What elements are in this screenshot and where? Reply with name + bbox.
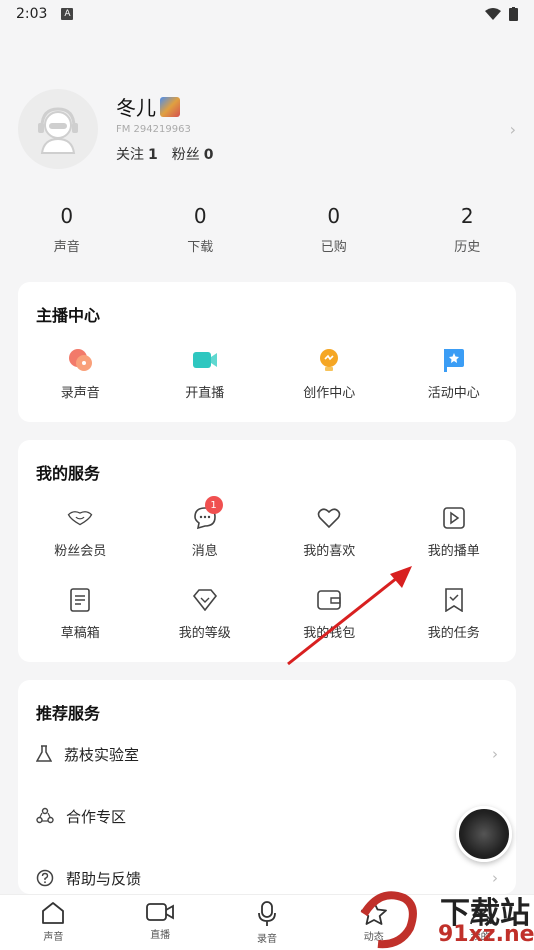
grid-label: 我的喜欢 — [303, 544, 356, 559]
drafts-button[interactable]: 草稿箱 — [18, 586, 143, 641]
fans-count: 0 — [203, 147, 214, 163]
rec-label: 帮助与反馈 — [66, 869, 142, 888]
tab-label: 直播 — [150, 930, 171, 941]
stat-label: 下载 — [187, 240, 214, 255]
stats-row: 0 声音 0 下载 0 已购 2 历史 — [0, 204, 534, 260]
tab-label: 录音 — [256, 934, 277, 945]
anchor-center-grid: 录声音 开直播 创作中心 活动中心 — [18, 346, 516, 401]
grid-label: 我的播单 — [427, 544, 480, 559]
stat-num: 0 — [327, 204, 341, 228]
chevron-right-icon: › — [492, 745, 498, 763]
grid-label: 消息 — [191, 544, 218, 559]
my-services-row1: 粉丝会员 1 消息 我的喜欢 我的播单 — [18, 496, 517, 559]
home-icon — [42, 902, 65, 924]
activity-center-button[interactable]: 活动中心 — [392, 346, 517, 401]
help-icon — [36, 869, 54, 887]
tab-label: 声音 — [43, 932, 64, 943]
start-live-button[interactable]: 开直播 — [143, 346, 268, 401]
floating-player-disc[interactable] — [456, 806, 512, 862]
default-avatar-icon — [38, 107, 78, 154]
recommend-title: 推荐服务 — [36, 704, 101, 723]
creation-center-button[interactable]: 创作中心 — [267, 346, 392, 401]
profile-header[interactable]: 冬儿 FM 294219963 关注 1 粉丝 0 › — [0, 86, 534, 176]
stat-label: 声音 — [53, 240, 80, 255]
chevron-right-icon[interactable]: › — [510, 120, 516, 139]
grid-label: 我的任务 — [427, 626, 480, 641]
stat-num: 0 — [193, 204, 207, 228]
watermark-url: 91xz.net — [438, 922, 534, 947]
grid-label: 录声音 — [60, 386, 100, 401]
messages-button[interactable]: 1 消息 — [143, 496, 268, 559]
live-camera-icon — [192, 352, 217, 368]
nickname-text: 冬儿 — [116, 96, 156, 120]
stat-num: 0 — [60, 204, 74, 228]
stat-purchased[interactable]: 0 已购 — [267, 204, 401, 260]
message-badge: 1 — [204, 496, 223, 514]
fm-id: FM 294219963 — [116, 124, 191, 135]
creation-bulb-icon — [320, 349, 339, 371]
task-bookmark-icon — [444, 588, 463, 612]
status-bar: 2:03 A — [0, 0, 534, 28]
stat-sounds[interactable]: 0 声音 — [0, 204, 134, 260]
activity-flag-icon — [443, 349, 464, 372]
level-diamond-icon — [192, 589, 217, 611]
grid-label: 我的等级 — [178, 626, 231, 641]
cooperation-item[interactable]: 合作专区 › — [36, 804, 498, 828]
stat-downloads[interactable]: 0 下载 — [134, 204, 268, 260]
draft-icon — [70, 588, 91, 612]
stat-history[interactable]: 2 历史 — [401, 204, 534, 260]
tab-live[interactable]: 直播 — [107, 895, 214, 950]
anchor-center-card: 主播中心 录声音 开直播 创作中心 活动中心 — [18, 282, 516, 422]
nickname-emoji-icon — [160, 96, 180, 117]
flask-icon — [36, 745, 52, 762]
mic-icon — [258, 901, 276, 926]
cooperation-icon — [36, 807, 54, 824]
lichee-lab-item[interactable]: 荔枝实验室 › — [36, 742, 498, 766]
battery-icon — [509, 7, 518, 21]
my-services-card: 我的服务 粉丝会员 1 消息 我的喜欢 我的播单 草稿箱 我的等级 我的钱包 我… — [18, 440, 516, 662]
my-playlist-button[interactable]: 我的播单 — [392, 504, 517, 559]
follow-item[interactable]: 关注 1 — [116, 144, 158, 164]
recommend-card: 推荐服务 荔枝实验室 › 合作专区 › 帮助与反馈 › — [18, 680, 516, 894]
rec-label: 合作专区 — [66, 807, 127, 826]
avatar[interactable] — [18, 89, 98, 169]
grid-label: 草稿箱 — [60, 626, 100, 641]
status-right — [485, 7, 518, 21]
stat-label: 已购 — [320, 240, 347, 255]
my-level-button[interactable]: 我的等级 — [143, 586, 268, 641]
wifi-icon — [485, 8, 501, 20]
grid-label: 创作中心 — [303, 386, 356, 401]
annotation-arrow — [287, 566, 412, 666]
my-services-title: 我的服务 — [36, 464, 101, 483]
status-time: 2:03 — [16, 6, 48, 22]
fans-label: 粉丝 — [171, 147, 200, 163]
video-icon — [146, 903, 175, 921]
stat-label: 历史 — [454, 240, 481, 255]
my-services-row2: 草稿箱 我的等级 我的钱包 我的任务 — [18, 586, 516, 641]
fan-member-icon — [67, 511, 93, 526]
grid-label: 开直播 — [185, 386, 225, 401]
grid-label: 活动中心 — [427, 386, 480, 401]
playlist-icon — [442, 507, 465, 529]
grid-label: 粉丝会员 — [54, 544, 107, 559]
fans-item[interactable]: 粉丝 0 — [172, 144, 214, 164]
stat-num: 2 — [460, 204, 474, 228]
follow-label: 关注 — [116, 147, 144, 163]
fan-member-button[interactable]: 粉丝会员 — [18, 504, 143, 559]
record-sound-icon — [69, 349, 93, 371]
my-likes-button[interactable]: 我的喜欢 — [267, 504, 392, 559]
heart-icon — [317, 508, 341, 529]
follow-count: 1 — [148, 147, 158, 163]
nickname: 冬儿 — [116, 92, 180, 121]
tab-record[interactable]: 录音 — [214, 895, 321, 950]
follow-stats: 关注 1 粉丝 0 — [116, 144, 214, 164]
tab-sounds[interactable]: 声音 — [0, 895, 107, 950]
anchor-center-title: 主播中心 — [36, 306, 101, 325]
rec-label: 荔枝实验室 — [64, 745, 140, 764]
notification-a-icon: A — [61, 8, 74, 20]
record-sound-button[interactable]: 录声音 — [18, 346, 143, 401]
